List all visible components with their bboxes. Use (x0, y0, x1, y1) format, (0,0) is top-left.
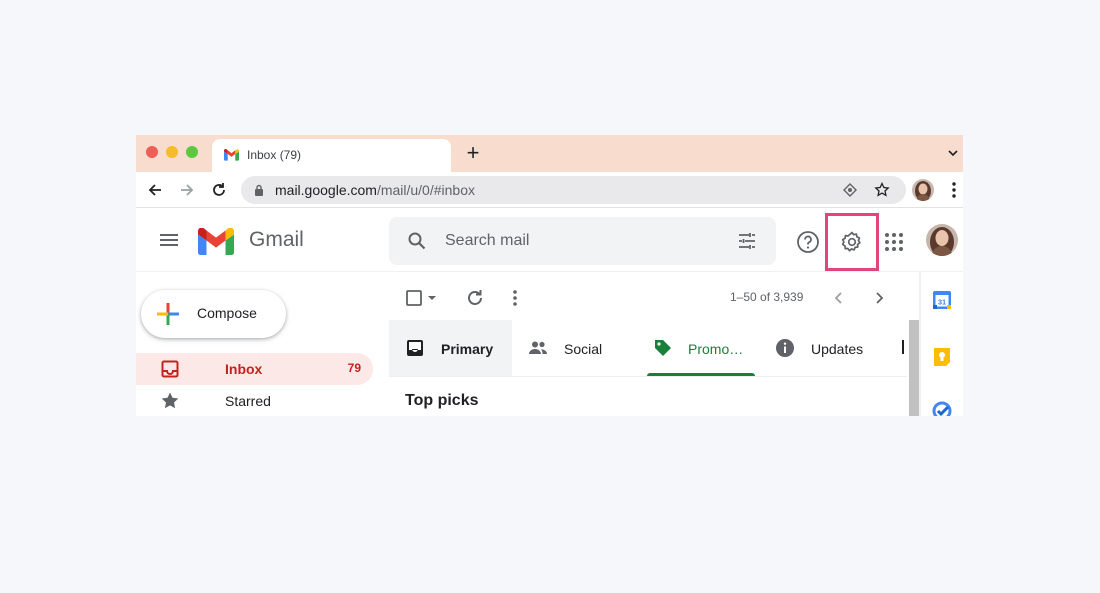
compose-label: Compose (197, 305, 257, 321)
search-input[interactable] (445, 230, 725, 252)
apps-grid-icon[interactable] (882, 230, 906, 254)
search-options-icon[interactable] (737, 231, 757, 251)
bookmark-star-icon[interactable] (874, 182, 890, 198)
more-tabs-indicator (902, 340, 904, 354)
sidebar-item-starred[interactable]: Starred (136, 385, 373, 416)
calendar-icon[interactable]: 31 (931, 289, 953, 311)
tab-social[interactable]: Social (512, 320, 632, 376)
active-tab-indicator (647, 373, 755, 376)
keep-icon[interactable] (931, 345, 953, 367)
older-chevron-right-icon[interactable] (868, 287, 890, 309)
sidebar-item-inbox[interactable]: Inbox 79 (136, 353, 373, 385)
people-icon (529, 341, 547, 354)
forward-arrow-icon[interactable] (177, 180, 197, 200)
browser-profile-avatar[interactable] (912, 179, 934, 201)
profile-photo-icon (912, 179, 934, 201)
tag-icon (655, 340, 671, 356)
search-bar (389, 217, 776, 265)
tab-label: Social (564, 341, 603, 357)
tab-primary[interactable]: Primary (389, 320, 512, 376)
tasks-icon[interactable] (931, 400, 953, 416)
calendar-day: 31 (938, 298, 946, 307)
tab-promotions[interactable]: Promo… (645, 320, 765, 376)
refresh-icon[interactable] (464, 287, 486, 309)
search-icon[interactable] (407, 231, 427, 251)
browser-menu-icon[interactable] (946, 180, 962, 200)
browser-tab-inbox[interactable]: Inbox (79) (212, 139, 451, 172)
gmail-header: Gmail (136, 208, 963, 272)
side-panel: 31 (921, 272, 963, 416)
account-avatar[interactable] (926, 224, 958, 256)
category-tabs: Primary Social Promo… Updates (389, 320, 907, 377)
new-tab-button[interactable]: + (462, 140, 484, 166)
back-arrow-icon[interactable] (145, 180, 165, 200)
lock-icon[interactable] (254, 184, 264, 196)
maximize-window-button[interactable] (186, 146, 198, 158)
compose-button[interactable]: Compose (141, 290, 286, 338)
tab-label: Primary (441, 341, 494, 357)
tab-title: Inbox (79) (247, 148, 302, 162)
url-path: /mail/u/0/#inbox (376, 182, 475, 198)
gmail-favicon-icon (224, 149, 239, 161)
url-text: mail.google.com/mail/u/0/#inbox (275, 182, 475, 198)
scrollbar[interactable] (909, 320, 919, 416)
tab-bar: Inbox (79) + (136, 135, 963, 172)
browser-toolbar: mail.google.com/mail/u/0/#inbox (136, 172, 963, 208)
chevron-down-icon[interactable] (947, 147, 959, 159)
inbox-unread-count: 79 (347, 361, 361, 375)
inbox-tray-icon (407, 340, 423, 356)
select-dropdown-icon[interactable] (426, 287, 438, 309)
compose-plus-icon (157, 303, 179, 325)
help-icon[interactable] (796, 230, 820, 254)
select-all-checkbox-icon[interactable] (404, 287, 426, 309)
tab-label: Updates (811, 341, 864, 357)
section-title: Top picks (405, 392, 479, 409)
pagination-text: 1–50 of 3,939 (730, 290, 804, 304)
browser-window: Inbox (79) + mail.google.com/mail/u/0/#i… (136, 135, 963, 416)
newer-chevron-left-icon[interactable] (828, 287, 850, 309)
tab-updates[interactable]: Updates (765, 320, 895, 376)
address-bar[interactable]: mail.google.com/mail/u/0/#inbox (241, 176, 906, 204)
main-menu-icon[interactable] (158, 230, 180, 250)
account-photo-icon (926, 224, 958, 256)
sidebar-item-label: Starred (225, 393, 271, 409)
star-icon (161, 392, 179, 409)
reload-icon[interactable] (209, 180, 229, 200)
minimize-window-button[interactable] (166, 146, 178, 158)
close-window-button[interactable] (146, 146, 158, 158)
privacy-eye-icon[interactable] (842, 182, 858, 198)
app-name: Gmail (249, 228, 304, 251)
more-options-icon[interactable] (504, 287, 526, 309)
gmail-logo-icon[interactable] (198, 228, 234, 255)
tab-label: Promo… (688, 341, 744, 357)
info-icon (776, 339, 794, 357)
inbox-icon (161, 360, 179, 378)
settings-gear-icon[interactable] (840, 230, 864, 254)
url-host: mail.google.com (275, 182, 377, 198)
sidebar-item-label: Inbox (225, 361, 263, 377)
